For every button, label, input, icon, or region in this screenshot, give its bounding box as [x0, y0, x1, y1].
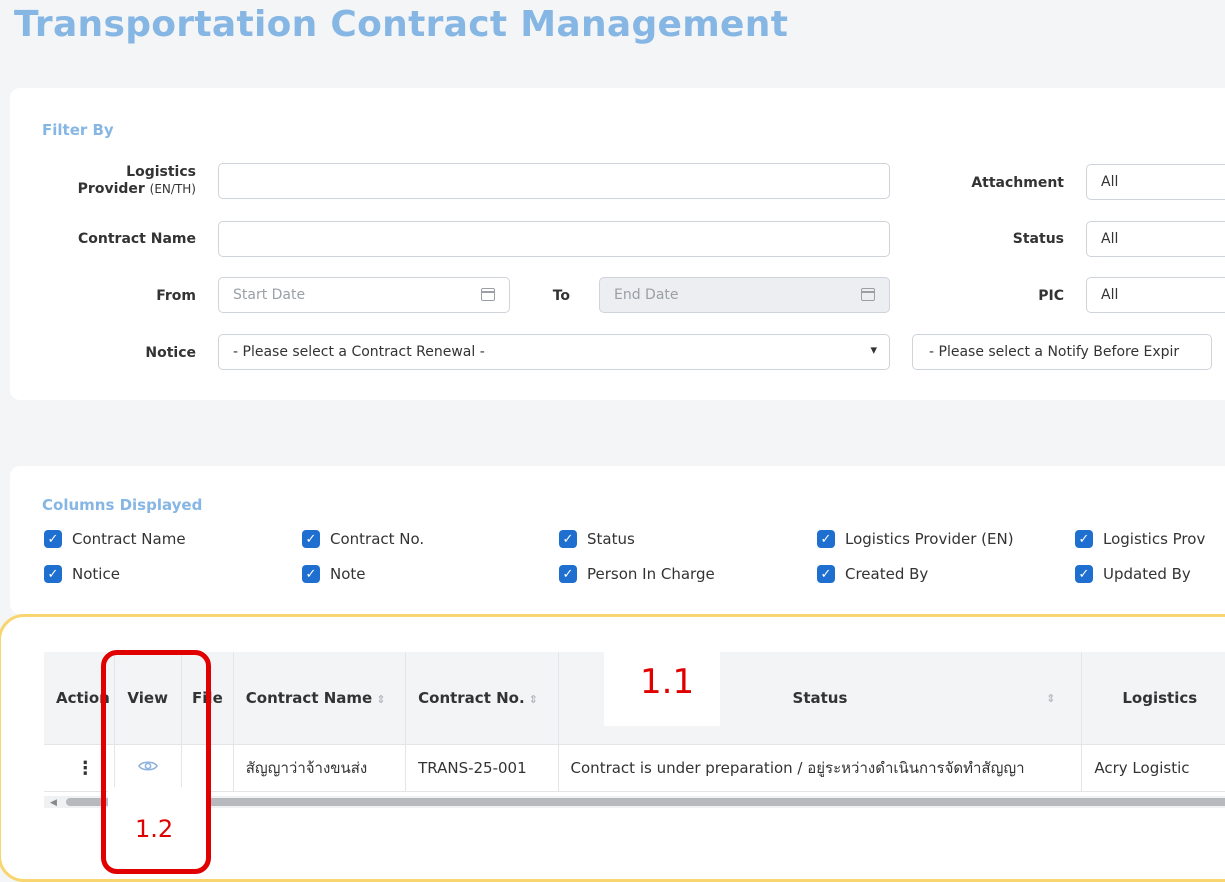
column-header-contract-no[interactable]: Contract No. ⇕	[405, 652, 559, 745]
notify-before-select[interactable]: - Please select a Notify Before Expir	[912, 334, 1212, 370]
filter-card: Filter By Logistics Provider (EN/TH) Con…	[10, 88, 1225, 400]
page-title: Transportation Contract Management	[14, 4, 789, 45]
column-toggle-label: Created By	[845, 565, 929, 583]
sort-icon[interactable]: ⇕	[376, 693, 385, 706]
notice-label: Notice	[145, 345, 196, 361]
checkbox-checked-icon[interactable]: ✓	[302, 530, 320, 548]
logistics-provider-label-line1: Logistics	[126, 164, 196, 180]
logistics-provider-label-suffix: (EN/TH)	[149, 182, 196, 196]
sort-icon[interactable]: ⇕	[1046, 692, 1055, 705]
contract-name-input[interactable]	[218, 221, 890, 257]
column-toggle-logistics-provider-th[interactable]: ✓ Logistics Prov	[1075, 530, 1205, 548]
column-header-contract-name[interactable]: Contract Name ⇕	[233, 652, 407, 745]
checkbox-checked-icon[interactable]: ✓	[302, 565, 320, 583]
chevron-down-icon: ▾	[870, 343, 877, 358]
logistics-provider-input[interactable]	[218, 163, 890, 199]
column-toggle-label: Contract Name	[72, 530, 186, 548]
column-toggle-label: Status	[587, 530, 635, 548]
end-date-input[interactable]: End Date	[599, 277, 890, 313]
from-label: From	[156, 288, 196, 304]
column-toggle-created-by[interactable]: ✓ Created By	[817, 565, 928, 583]
checkbox-checked-icon[interactable]: ✓	[817, 530, 835, 548]
status-label: Status	[1012, 231, 1064, 247]
attachment-value: All	[1101, 174, 1119, 190]
column-toggle-contract-no[interactable]: ✓ Contract No.	[302, 530, 424, 548]
columns-displayed-title: Columns Displayed	[42, 496, 203, 514]
scrollbar-thumb[interactable]	[66, 798, 1225, 806]
sort-icon[interactable]: ⇕	[529, 693, 538, 706]
column-toggle-status[interactable]: ✓ Status	[559, 530, 635, 548]
contract-renewal-value: - Please select a Contract Renewal -	[233, 344, 485, 360]
calendar-icon[interactable]	[861, 288, 875, 301]
start-date-placeholder: Start Date	[233, 287, 306, 303]
column-toggle-notice[interactable]: ✓ Notice	[44, 565, 120, 583]
checkbox-checked-icon[interactable]: ✓	[559, 530, 577, 548]
column-toggle-label: Notice	[72, 565, 120, 583]
logistics-provider-label-line2: Provider	[77, 181, 145, 197]
column-toggle-label: Updated By	[1103, 565, 1191, 583]
contract-name-label: Contract Name	[77, 231, 196, 247]
end-date-placeholder: End Date	[614, 287, 679, 303]
checkbox-checked-icon[interactable]: ✓	[559, 565, 577, 583]
pic-select[interactable]: All	[1086, 277, 1225, 313]
columns-displayed-card: Columns Displayed ✓ Contract Name ✓ Cont…	[10, 466, 1225, 614]
table-row: ⋮ สัญญาว่าจ้างขนส่ง TRANS-25-001 Contrac…	[44, 744, 1225, 792]
filter-section-title: Filter By	[42, 121, 114, 139]
pic-value: All	[1101, 287, 1119, 303]
start-date-input[interactable]: Start Date	[218, 277, 510, 313]
column-toggle-updated-by[interactable]: ✓ Updated By	[1075, 565, 1191, 583]
annotation-label-1-1: 1.1	[640, 662, 695, 702]
column-header-status-label: Status	[792, 689, 848, 707]
to-label: To	[552, 288, 570, 304]
column-toggle-label: Person In Charge	[587, 565, 715, 583]
checkbox-checked-icon[interactable]: ✓	[44, 530, 62, 548]
row-contract-no: TRANS-25-001	[405, 744, 559, 792]
column-header-contract-no-label: Contract No.	[418, 689, 525, 707]
column-toggle-label: Contract No.	[330, 530, 425, 548]
notify-before-value: - Please select a Notify Before Expir	[929, 344, 1180, 360]
pic-label: PIC	[1038, 288, 1064, 304]
row-status: Contract is under preparation / อยู่ระหว…	[558, 744, 1083, 792]
column-header-logistics: Logistics	[1081, 652, 1225, 745]
column-toggle-logistics-provider-en[interactable]: ✓ Logistics Provider (EN)	[817, 530, 1014, 548]
checkbox-checked-icon[interactable]: ✓	[1075, 565, 1093, 583]
checkbox-checked-icon[interactable]: ✓	[44, 565, 62, 583]
column-toggle-note[interactable]: ✓ Note	[302, 565, 366, 583]
column-header-contract-name-label: Contract Name	[245, 689, 373, 707]
contract-renewal-select[interactable]: - Please select a Contract Renewal - ▾	[218, 334, 890, 370]
calendar-icon[interactable]	[481, 288, 495, 301]
column-toggle-label: Logistics Prov	[1103, 530, 1206, 548]
row-logistics: Acry Logistic	[1081, 744, 1225, 792]
column-toggle-label: Logistics Provider (EN)	[845, 530, 1014, 548]
checkbox-checked-icon[interactable]: ✓	[1075, 530, 1093, 548]
status-select[interactable]: All	[1086, 221, 1225, 257]
horizontal-scrollbar[interactable]: ◀	[44, 796, 1225, 808]
logistics-provider-label: Logistics Provider (EN/TH)	[50, 164, 196, 198]
column-toggle-label: Note	[330, 565, 366, 583]
column-toggle-person-in-charge[interactable]: ✓ Person In Charge	[559, 565, 715, 583]
column-toggle-contract-name[interactable]: ✓ Contract Name	[44, 530, 186, 548]
attachment-select[interactable]: All	[1086, 164, 1225, 200]
attachment-label: Attachment	[971, 175, 1064, 191]
annotation-label-1-2: 1.2	[135, 815, 174, 843]
row-contract-name: สัญญาว่าจ้างขนส่ง	[233, 744, 407, 792]
scroll-left-arrow-icon[interactable]: ◀	[50, 797, 57, 808]
checkbox-checked-icon[interactable]: ✓	[817, 565, 835, 583]
status-value: All	[1101, 231, 1119, 247]
